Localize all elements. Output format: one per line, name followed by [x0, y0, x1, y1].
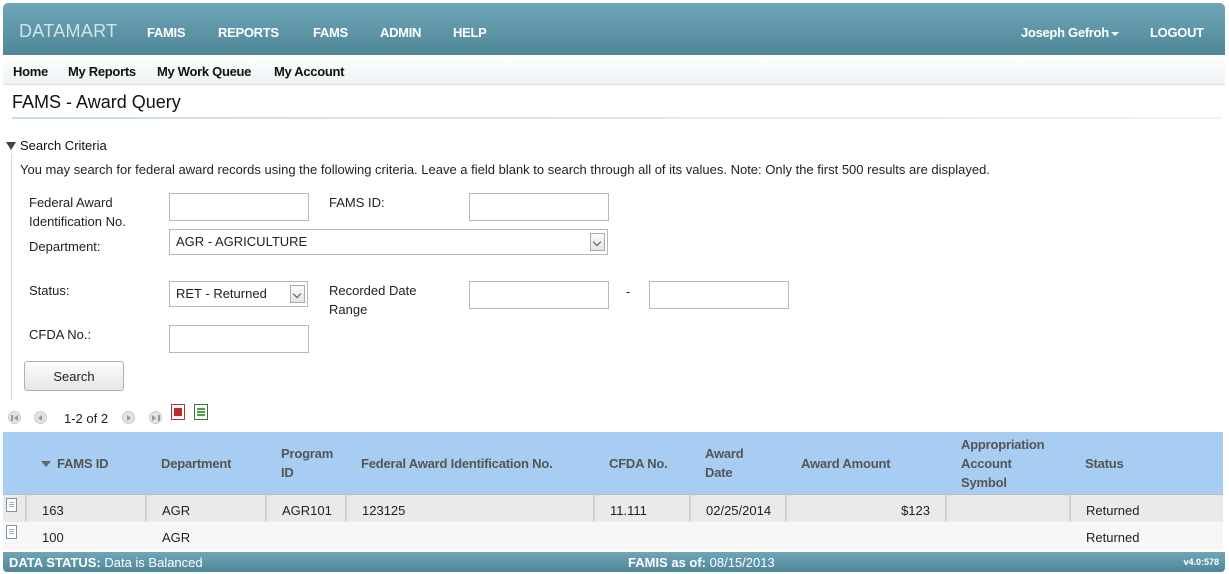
cell-program-id: AGR101	[282, 503, 332, 518]
previous-page-icon[interactable]	[34, 411, 47, 424]
date-range-separator: -	[626, 284, 631, 299]
nav-fams[interactable]: FAMS	[313, 25, 348, 40]
col-cfda[interactable]: CFDA No.	[609, 454, 668, 473]
recorded-date-to-input[interactable]	[649, 281, 789, 309]
top-navbar: DATAMART FAMIS REPORTS FAMS ADMIN HELP J…	[3, 3, 1225, 55]
cell-department: AGR	[162, 503, 191, 518]
department-label: Department:	[29, 239, 101, 254]
cfda-input[interactable]	[169, 325, 309, 353]
fams-id-label: FAMS ID:	[329, 195, 385, 210]
user-menu[interactable]: Joseph Gefroh	[1021, 25, 1119, 40]
table-row[interactable]: 163 AGR AGR101 123125 11.111 02/25/2014 …	[3, 494, 1223, 522]
sort-descending-icon	[41, 461, 51, 467]
search-help-text: You may search for federal award records…	[20, 162, 990, 177]
pager-range-text: 1-2 of 2	[64, 411, 109, 426]
export-excel-icon[interactable]	[194, 404, 208, 420]
fams-id-input[interactable]	[469, 193, 609, 221]
department-selected-value: AGR - AGRICULTURE	[176, 234, 308, 249]
recorded-date-from-input[interactable]	[469, 281, 609, 309]
cell-cfda: 11.111	[610, 503, 647, 518]
logout-link[interactable]: LOGOUT	[1150, 25, 1204, 40]
cell-fams-id: 163	[42, 503, 64, 518]
column-separator	[945, 494, 947, 521]
column-separator	[265, 494, 267, 521]
export-pdf-icon[interactable]	[171, 404, 185, 420]
collapse-triangle-icon	[6, 142, 16, 150]
col-program-id[interactable]: Program ID	[281, 444, 333, 482]
data-status: DATA STATUS: Data is Balanced	[9, 555, 203, 570]
col-award-date[interactable]: Award Date	[705, 444, 744, 482]
cell-award-date: 02/25/2014	[706, 503, 772, 518]
column-separator	[785, 494, 787, 521]
col-award-amount[interactable]: Award Amount	[801, 454, 891, 473]
nav-reports[interactable]: REPORTS	[218, 25, 279, 40]
column-separator	[1069, 494, 1071, 521]
dropdown-arrow-icon	[590, 233, 605, 251]
column-separator	[689, 494, 691, 521]
column-separator	[25, 494, 27, 521]
status-selected-value: RET - Returned	[176, 286, 267, 301]
search-criteria-toggle[interactable]: Search Criteria	[6, 138, 107, 153]
col-appropriation-symbol[interactable]: Appropriation Account Symbol	[961, 435, 1045, 492]
department-select[interactable]: AGR - AGRICULTURE	[169, 229, 608, 255]
page-title: FAMS - Award Query	[12, 92, 181, 112]
user-name: Joseph Gefroh	[1021, 25, 1109, 40]
document-icon[interactable]	[6, 498, 17, 512]
subnav-my-account[interactable]: My Account	[274, 64, 345, 79]
first-page-icon[interactable]	[8, 411, 21, 424]
nav-help[interactable]: HELP	[453, 25, 487, 40]
app-brand[interactable]: DATAMART	[19, 21, 117, 42]
col-fams-id[interactable]: FAMS ID	[41, 454, 109, 473]
table-row[interactable]: 100 AGR Returned	[3, 522, 1223, 550]
status-label: Status:	[29, 283, 70, 298]
fain-label: Federal Award Identification No.	[29, 195, 126, 229]
cell-award-amount: $123	[901, 503, 930, 518]
subnav-my-reports[interactable]: My Reports	[68, 64, 136, 79]
version-label: v4.0:578	[1183, 557, 1219, 567]
cfda-label: CFDA No.:	[29, 327, 92, 342]
col-status[interactable]: Status	[1085, 454, 1124, 473]
cell-status: Returned	[1086, 503, 1140, 518]
next-page-icon[interactable]	[122, 411, 135, 424]
nav-famis[interactable]: FAMIS	[147, 25, 186, 40]
column-separator	[345, 494, 347, 521]
last-page-icon[interactable]	[149, 411, 162, 424]
status-footer: DATA STATUS: Data is Balanced FAMIS as o…	[3, 552, 1225, 572]
title-divider	[12, 117, 1222, 119]
section-title: Search Criteria	[20, 138, 107, 153]
cell-status: Returned	[1086, 530, 1140, 545]
section-border	[11, 154, 12, 400]
chevron-down-icon	[1110, 31, 1119, 36]
column-separator	[593, 494, 595, 521]
dropdown-arrow-icon	[290, 285, 305, 303]
document-icon[interactable]	[6, 525, 17, 539]
status-select[interactable]: RET - Returned	[169, 281, 308, 307]
cell-department: AGR	[162, 530, 191, 545]
column-separator	[145, 494, 147, 521]
recorded-date-label: Recorded Date Range	[329, 283, 417, 317]
col-fain[interactable]: Federal Award Identification No.	[361, 454, 553, 473]
search-button[interactable]: Search	[24, 361, 124, 391]
famis-as-of: FAMIS as of: 08/15/2013	[628, 555, 775, 570]
fain-input[interactable]	[169, 193, 309, 221]
secondary-navbar: Home My Reports My Work Queue My Account	[3, 55, 1225, 85]
cell-fams-id: 100	[42, 530, 64, 545]
cell-fain: 123125	[362, 503, 406, 518]
nav-admin[interactable]: ADMIN	[380, 25, 421, 40]
subnav-my-work-queue[interactable]: My Work Queue	[157, 64, 251, 79]
subnav-home[interactable]: Home	[13, 64, 48, 79]
results-grid-header: FAMS ID Department Program ID Federal Awa…	[3, 432, 1223, 494]
col-department[interactable]: Department	[161, 454, 231, 473]
